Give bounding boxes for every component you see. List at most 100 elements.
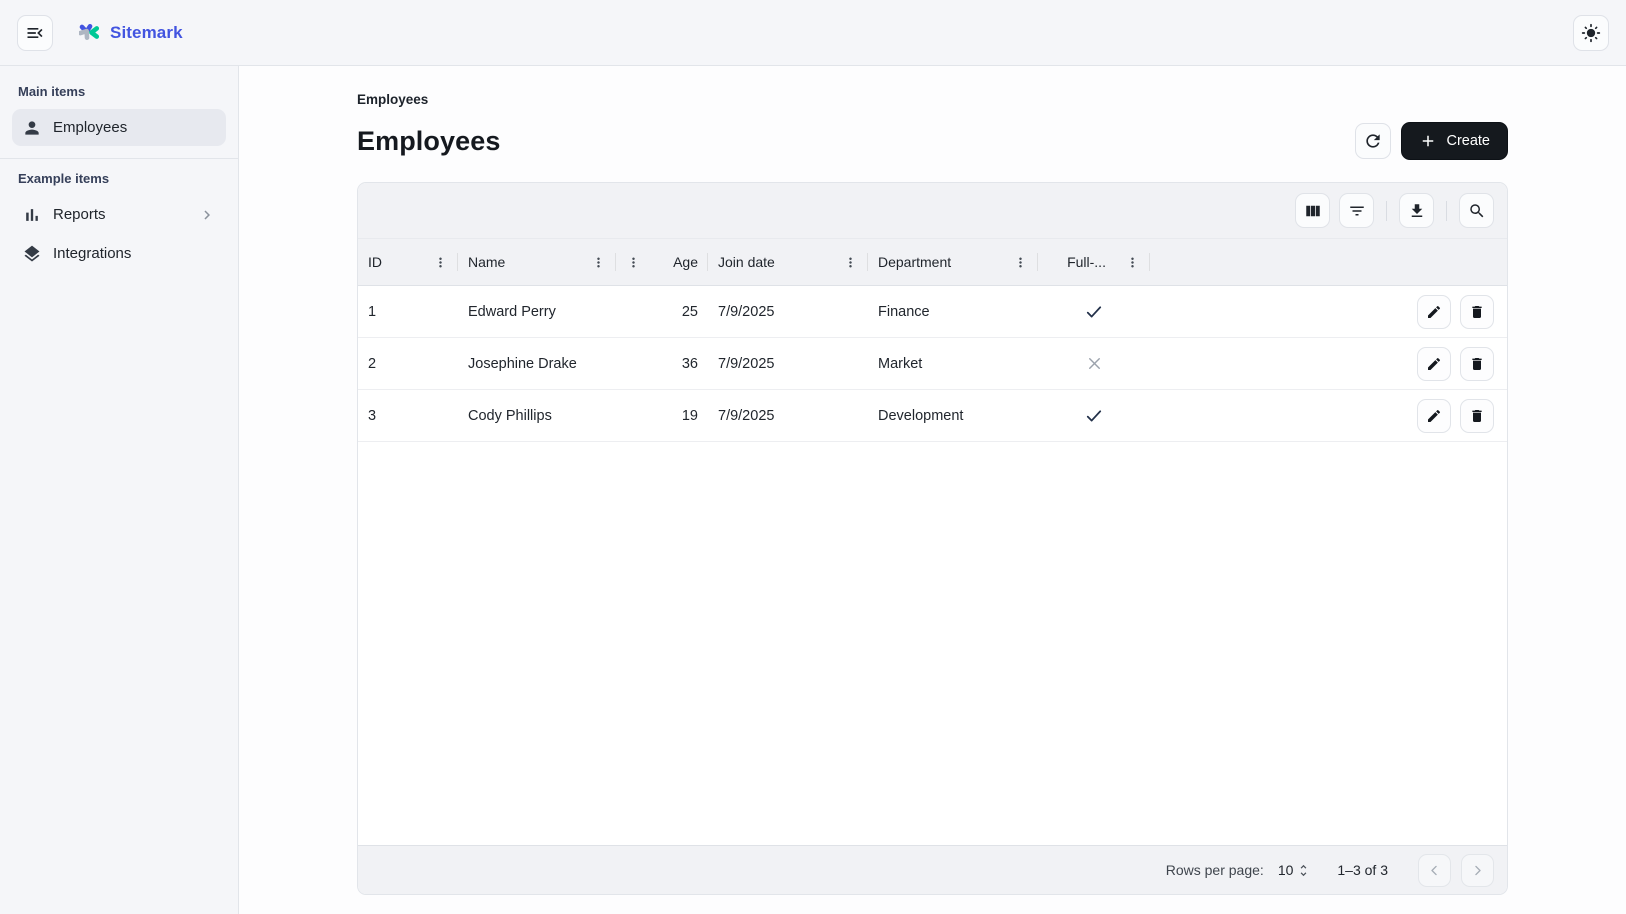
refresh-icon — [1363, 131, 1383, 151]
menu-open-icon — [25, 23, 45, 43]
check-icon — [1084, 406, 1104, 426]
cell-name: Edward Perry — [458, 304, 616, 320]
delete-row-button[interactable] — [1460, 347, 1494, 381]
delete-icon — [1469, 356, 1485, 372]
sidebar-item-integrations[interactable]: Integrations — [12, 235, 226, 272]
delete-icon — [1469, 304, 1485, 320]
sidebar-item-label: Reports — [53, 206, 106, 223]
sitemark-logo-icon — [79, 21, 102, 44]
column-menu-icon[interactable] — [1125, 255, 1140, 270]
column-header-label: Full-... — [1067, 254, 1106, 270]
app-header: Sitemark — [0, 0, 1626, 66]
row-actions — [1417, 347, 1507, 381]
edit-row-button[interactable] — [1417, 399, 1451, 433]
table-row: 2Josephine Drake367/9/2025Market — [358, 338, 1507, 390]
column-menu-icon[interactable] — [626, 255, 641, 270]
column-header-name: Name — [458, 239, 616, 285]
cell-id: 1 — [358, 304, 458, 320]
columns-button[interactable] — [1295, 193, 1330, 228]
chevron-right-icon — [1470, 863, 1485, 878]
collapse-menu-button[interactable] — [17, 15, 53, 51]
grid-header-row: ID Name Age Join date Department Full-... — [358, 238, 1507, 286]
export-button[interactable] — [1399, 193, 1434, 228]
row-actions — [1417, 295, 1507, 329]
search-icon — [1468, 202, 1486, 220]
cell-full_time — [1038, 354, 1150, 373]
breadcrumb-item[interactable]: Employees — [357, 92, 428, 107]
filter-button[interactable] — [1339, 193, 1374, 228]
edit-icon — [1426, 408, 1442, 424]
rows-per-page-value: 10 — [1278, 862, 1294, 878]
cell-join_date: 7/9/2025 — [708, 304, 868, 320]
previous-page-button[interactable] — [1418, 854, 1451, 887]
rows-per-page-label: Rows per page: — [1166, 862, 1264, 878]
refresh-button[interactable] — [1355, 123, 1391, 159]
column-header-label: Join date — [718, 254, 775, 270]
page-actions: Create — [1355, 122, 1508, 160]
edit-icon — [1426, 304, 1442, 320]
person-icon — [22, 118, 42, 138]
sidebar-section-title: Main items — [18, 84, 220, 99]
chevron-left-icon — [1427, 863, 1442, 878]
layers-icon — [22, 244, 42, 264]
next-page-button[interactable] — [1461, 854, 1494, 887]
column-header-label: Name — [468, 254, 505, 270]
brand-name: Sitemark — [110, 23, 183, 43]
grid-footer: Rows per page: 10 1–3 of 3 — [358, 845, 1507, 894]
check-icon — [1084, 302, 1104, 322]
unfold-more-icon — [1296, 863, 1311, 878]
cell-department: Finance — [868, 304, 1038, 320]
rows-per-page-select[interactable]: 10 — [1278, 862, 1312, 878]
cell-id: 2 — [358, 356, 458, 372]
edit-icon — [1426, 356, 1442, 372]
cross-icon — [1085, 354, 1104, 373]
grid-toolbar — [358, 183, 1507, 238]
toolbar-divider — [1386, 201, 1387, 221]
table-row: 3Cody Phillips197/9/2025Development — [358, 390, 1507, 442]
column-header-label: ID — [368, 254, 382, 270]
cell-age: 36 — [616, 356, 708, 372]
create-button[interactable]: Create — [1401, 122, 1508, 160]
edit-row-button[interactable] — [1417, 295, 1451, 329]
cell-join_date: 7/9/2025 — [708, 356, 868, 372]
breadcrumb: Employees — [357, 92, 1508, 107]
column-header-label: Age — [673, 254, 698, 270]
search-button[interactable] — [1459, 193, 1494, 228]
brand-logo[interactable]: Sitemark — [79, 21, 183, 44]
sidebar-divider — [0, 158, 238, 159]
sun-icon — [1581, 23, 1601, 43]
sidebar-section-title: Example items — [18, 171, 220, 186]
theme-toggle-button[interactable] — [1573, 15, 1609, 51]
delete-row-button[interactable] — [1460, 399, 1494, 433]
pagination-range: 1–3 of 3 — [1337, 862, 1388, 878]
edit-row-button[interactable] — [1417, 347, 1451, 381]
bar-chart-icon — [22, 205, 42, 225]
column-menu-icon[interactable] — [843, 255, 858, 270]
row-actions — [1417, 399, 1507, 433]
data-grid: ID Name Age Join date Department Full-... 1Ed… — [357, 182, 1508, 895]
app-shell: Main items Employees Example items Reports I… — [0, 66, 1626, 914]
column-header-department: Department — [868, 239, 1038, 285]
cell-full_time — [1038, 302, 1150, 322]
sidebar-item-label: Employees — [53, 119, 127, 136]
sidebar-item-employees[interactable]: Employees — [12, 109, 226, 146]
plus-icon — [1419, 132, 1437, 150]
table-row: 1Edward Perry257/9/2025Finance — [358, 286, 1507, 338]
download-icon — [1408, 202, 1426, 220]
column-menu-icon[interactable] — [1013, 255, 1028, 270]
chevron-right-icon — [198, 206, 216, 224]
sidebar-item-reports[interactable]: Reports — [12, 196, 226, 233]
column-header-full_time: Full-... — [1038, 239, 1150, 285]
cell-join_date: 7/9/2025 — [708, 408, 868, 424]
sidebar: Main items Employees Example items Reports I… — [0, 66, 239, 914]
column-header-age: Age — [616, 239, 708, 285]
delete-row-button[interactable] — [1460, 295, 1494, 329]
delete-icon — [1469, 408, 1485, 424]
create-button-label: Create — [1446, 133, 1490, 149]
grid-rows: 1Edward Perry257/9/2025Finance2Josephine… — [358, 286, 1507, 442]
cell-name: Josephine Drake — [458, 356, 616, 372]
cell-department: Market — [868, 356, 1038, 372]
main-content: Employees Employees Create IDNameAgeJoin… — [239, 66, 1626, 914]
column-menu-icon[interactable] — [433, 255, 448, 270]
column-menu-icon[interactable] — [591, 255, 606, 270]
